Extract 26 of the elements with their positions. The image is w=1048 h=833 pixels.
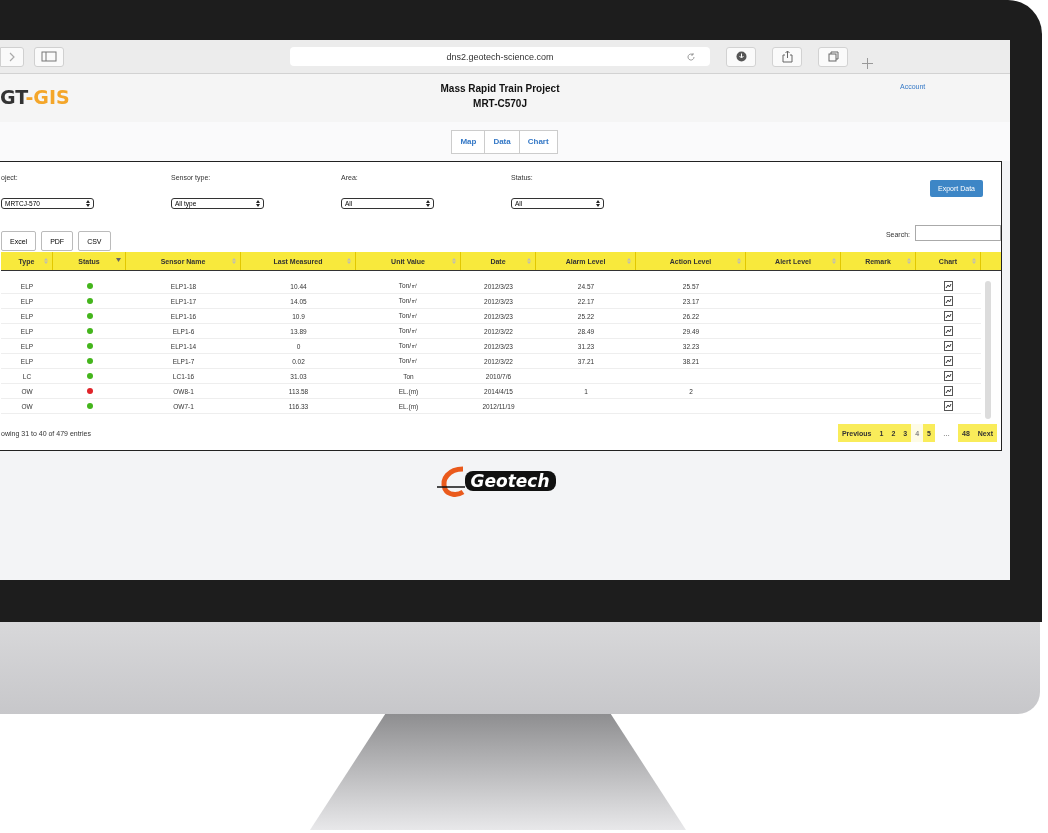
chart-icon[interactable] — [944, 296, 953, 306]
company-logo-text: Geotech — [464, 471, 556, 491]
dropdown-arrows-icon — [86, 200, 90, 207]
chart-icon[interactable] — [944, 401, 953, 411]
project-title: Mass Rapid Train Project — [440, 83, 560, 94]
chart-icon[interactable] — [944, 356, 953, 366]
chart-icon[interactable] — [944, 281, 953, 291]
chart-icon[interactable] — [944, 326, 953, 336]
project-code: MRT-C570J — [473, 98, 527, 109]
download-icon[interactable] — [726, 46, 756, 67]
chart-icon[interactable] — [944, 371, 953, 381]
chart-icon[interactable] — [944, 341, 953, 351]
chart-icon[interactable] — [944, 311, 953, 321]
url-text: dns2.geotech-science.com — [446, 51, 554, 62]
site-logo[interactable]: GT-GIS — [0, 86, 410, 108]
address-bar[interactable]: dns2.geotech-science.com — [290, 47, 710, 66]
chart-icon[interactable] — [944, 386, 953, 396]
dropdown-arrows-icon — [256, 200, 260, 207]
view-tab[interactable]: Chart — [518, 129, 558, 154]
scrollbar[interactable] — [985, 281, 991, 419]
dropdown-arrows-icon — [426, 200, 430, 207]
dropdown-arrows-icon — [596, 200, 600, 207]
swoosh-icon — [434, 465, 465, 499]
view-tab[interactable]: Map — [451, 129, 486, 154]
view-tab[interactable]: Data — [484, 129, 520, 154]
search-field[interactable] — [915, 225, 1001, 241]
